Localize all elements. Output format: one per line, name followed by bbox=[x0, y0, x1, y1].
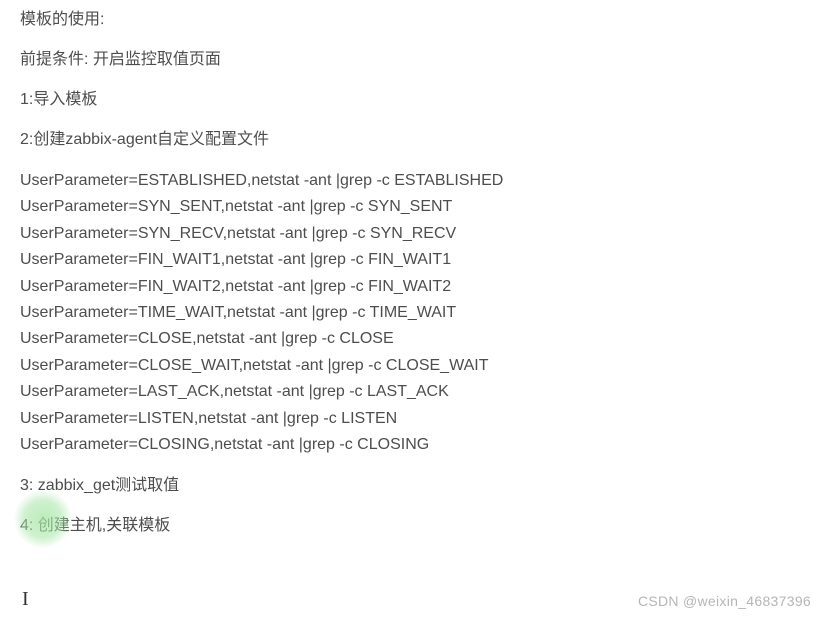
code-line: UserParameter=CLOSE,netstat -ant |grep -… bbox=[20, 326, 807, 352]
text-cursor-icon: I bbox=[22, 584, 29, 614]
step-4: 4: 创建主机,关联模板 bbox=[20, 514, 807, 538]
step-2: 2:创建zabbix-agent自定义配置文件 bbox=[20, 128, 807, 152]
step-3: 3: zabbix_get测试取值 bbox=[20, 474, 807, 498]
code-line: UserParameter=FIN_WAIT1,netstat -ant |gr… bbox=[20, 247, 807, 273]
step-1: 1:导入模板 bbox=[20, 88, 807, 112]
code-line: UserParameter=TIME_WAIT,netstat -ant |gr… bbox=[20, 300, 807, 326]
doc-title: 模板的使用: bbox=[20, 8, 807, 32]
code-line: UserParameter=SYN_RECV,netstat -ant |gre… bbox=[20, 221, 807, 247]
watermark: CSDN @weixin_46837396 bbox=[638, 591, 811, 612]
code-line: UserParameter=CLOSE_WAIT,netstat -ant |g… bbox=[20, 353, 807, 379]
prerequisite: 前提条件: 开启监控取值页面 bbox=[20, 48, 807, 72]
code-line: UserParameter=LISTEN,netstat -ant |grep … bbox=[20, 406, 807, 432]
user-parameter-block: UserParameter=ESTABLISHED,netstat -ant |… bbox=[20, 168, 807, 458]
code-line: UserParameter=CLOSING,netstat -ant |grep… bbox=[20, 432, 807, 458]
code-line: UserParameter=LAST_ACK,netstat -ant |gre… bbox=[20, 379, 807, 405]
code-line: UserParameter=FIN_WAIT2,netstat -ant |gr… bbox=[20, 274, 807, 300]
code-line: UserParameter=SYN_SENT,netstat -ant |gre… bbox=[20, 194, 807, 220]
code-line: UserParameter=ESTABLISHED,netstat -ant |… bbox=[20, 168, 807, 194]
